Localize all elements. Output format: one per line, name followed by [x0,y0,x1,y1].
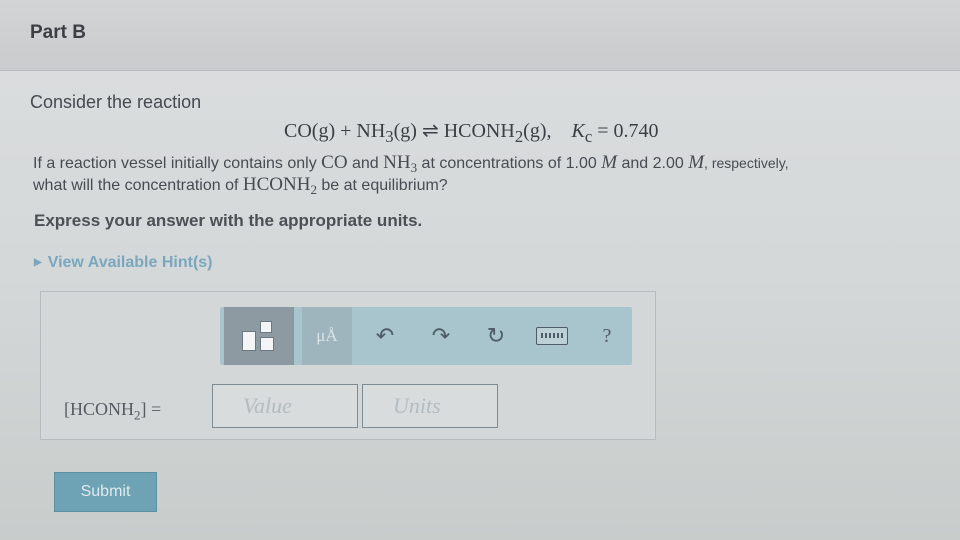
triangle-right-icon: ▶ [34,257,42,268]
redo-icon[interactable]: ↷ [424,307,458,365]
question-co: CO [321,152,348,173]
kc-value: = 0.740 [592,120,659,142]
hconh2-state: (g), [523,120,552,142]
hconh2-subscript: 2 [514,127,524,146]
help-button[interactable]: ? [590,307,624,365]
question-line-1: If a reaction vessel initially contains … [33,152,789,176]
intro-text: Consider the reaction [30,92,202,112]
answer-label-suffix: ] = [140,399,162,419]
part-title: Part B [30,22,86,43]
units-input[interactable] [362,384,498,428]
question-nh3: NH [383,152,411,173]
question-text: If a reaction vessel initially contains … [33,155,322,172]
keyboard-button[interactable] [530,307,574,365]
question-text: and 2.00 [617,155,689,172]
template-button[interactable] [224,307,294,365]
molarity-unit: M [601,152,618,173]
math-toolbar: μÅ ↶ ↷ ↻ ? [220,307,632,365]
template-icon [242,321,276,351]
question-text: what will the concentration of [33,177,243,194]
answer-label: [HCONH2] = [64,399,161,424]
units-button[interactable]: μÅ [302,307,352,365]
submit-button[interactable]: Submit [54,472,157,512]
nh3-subscript: 3 [385,127,394,146]
kc-symbol: K [571,120,585,142]
question-text: , respectively, [704,155,789,171]
nh3-state: (g) [393,120,417,142]
question-text: at concentrations of 1.00 [417,155,602,172]
equilibrium-arrow: ⇌ [421,120,439,142]
hints-label: View Available Hint(s) [47,254,213,271]
reactant-nh3: NH [356,120,386,142]
keyboard-icon [536,327,568,345]
molarity-unit: M [688,152,705,173]
plus-sign: + [335,120,357,142]
value-input[interactable] [212,384,358,428]
answer-label-prefix: [HCONH [64,399,134,419]
undo-icon[interactable]: ↶ [368,307,402,365]
product-hconh2: HCONH [443,120,515,142]
question-hconh2: HCONH [242,174,311,195]
reactant-co: CO(g) [284,120,336,142]
question-text: be at equilibrium? [316,177,448,194]
question-line-2: what will the concentration of HCONH2 be… [33,174,448,198]
question-text: and [347,155,384,172]
reset-icon[interactable]: ↻ [478,307,514,365]
header-band [0,0,960,71]
answer-instruction: Express your answer with the appropriate… [34,211,423,230]
view-hints-link[interactable]: ▶ View Available Hint(s) [34,254,213,272]
reaction-equation: CO(g) + NH3(g) ⇌ HCONH2(g), Kc = 0.740 [284,118,659,147]
